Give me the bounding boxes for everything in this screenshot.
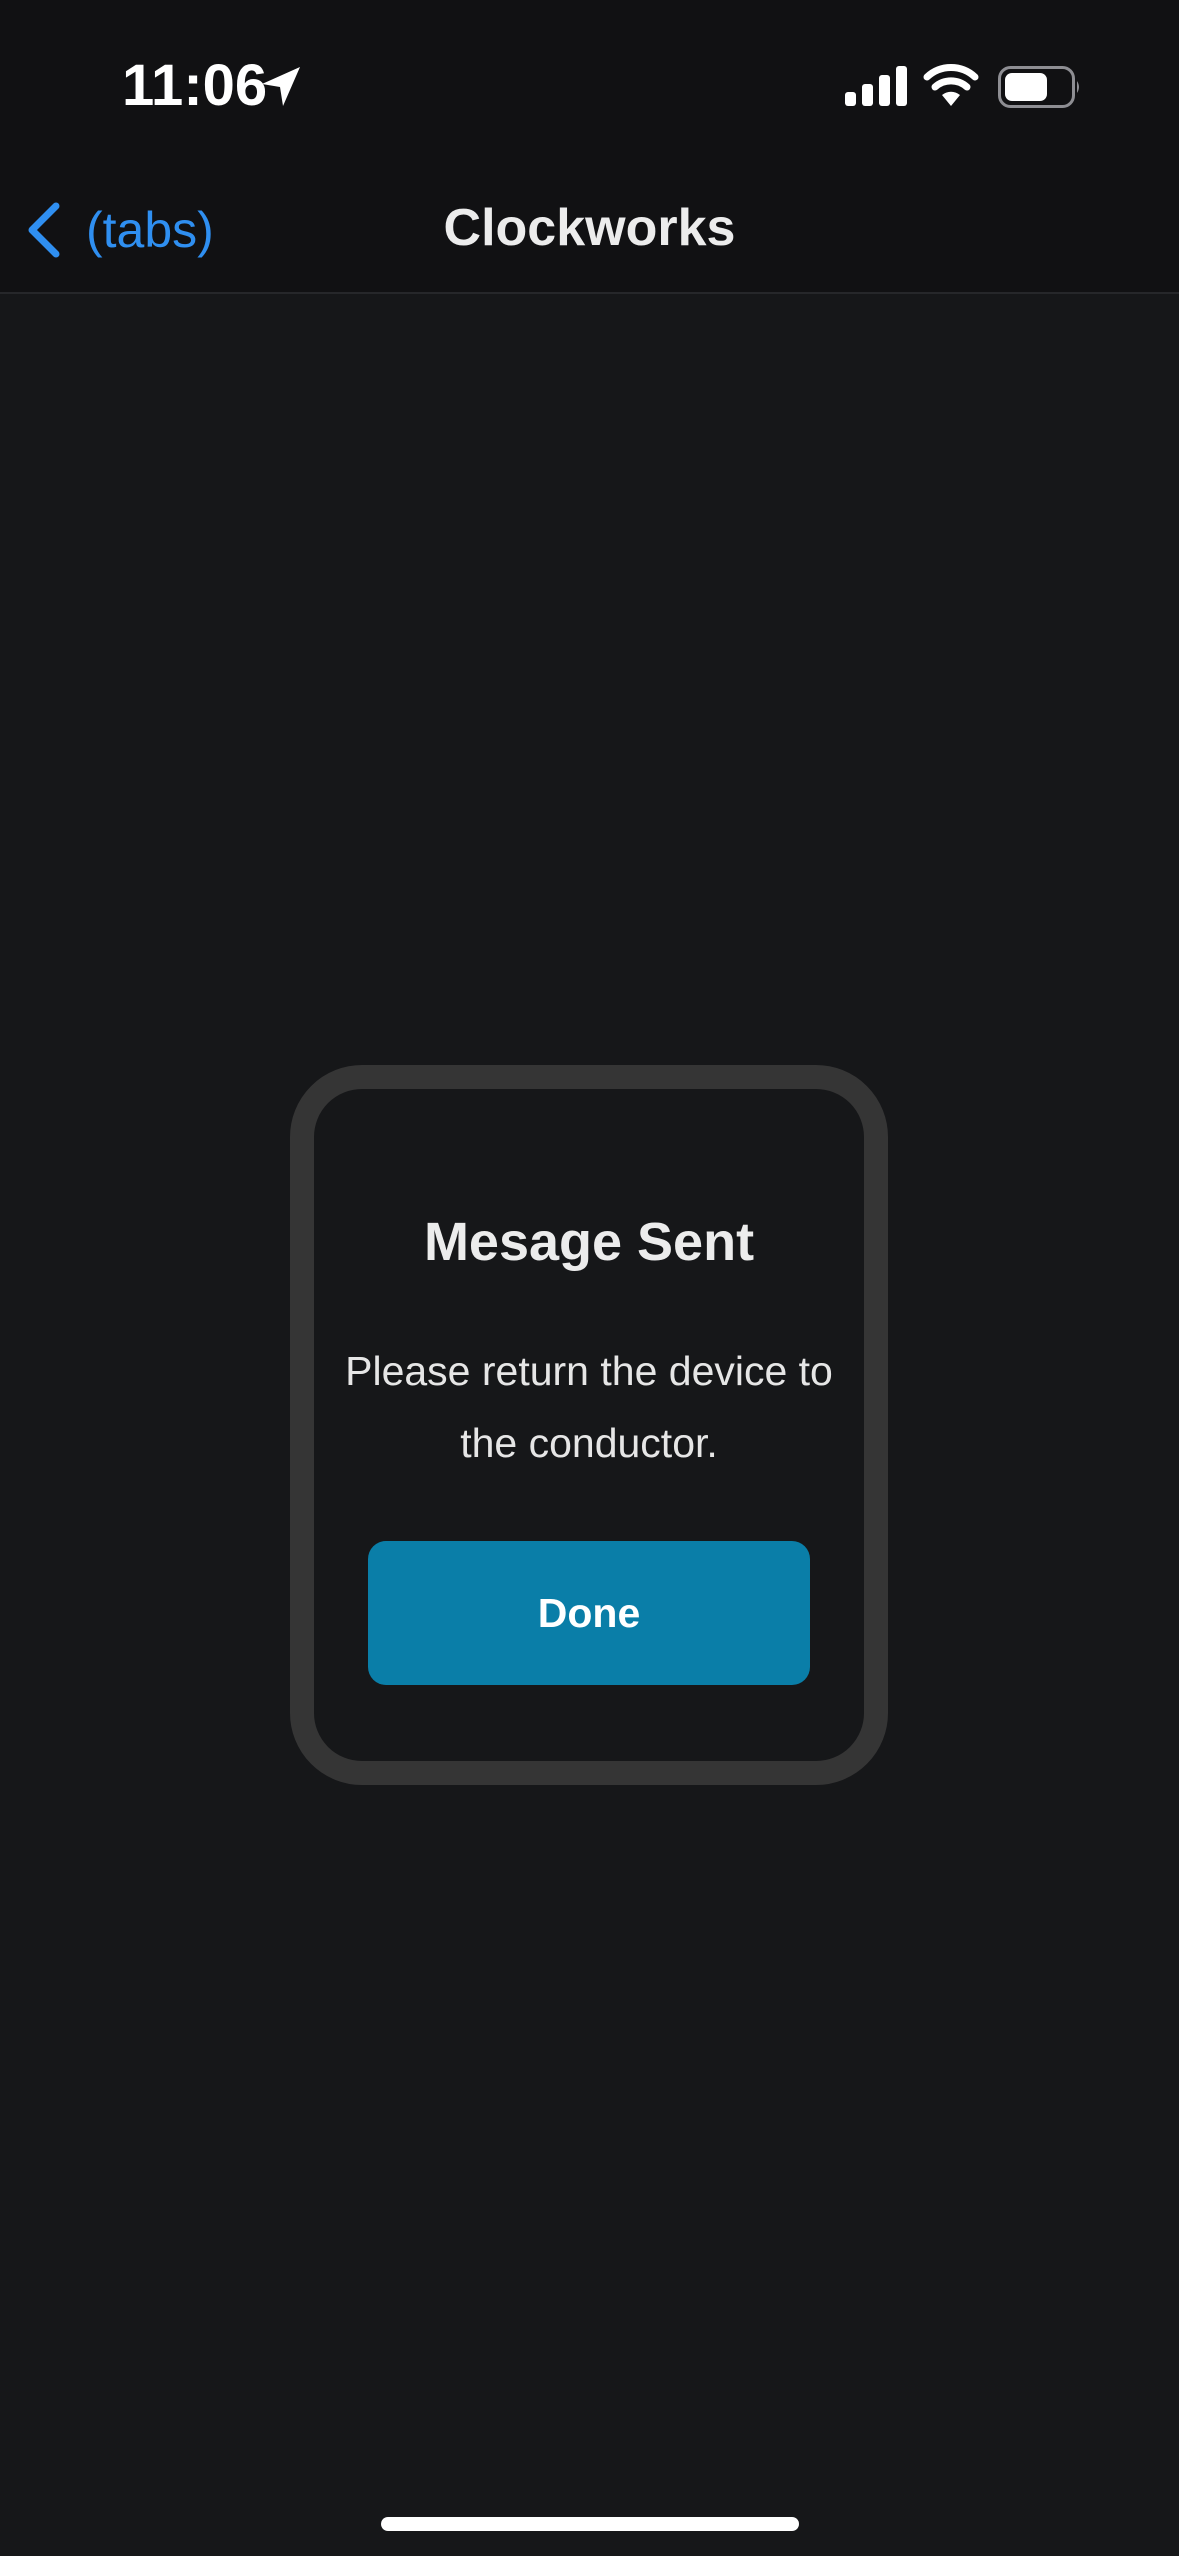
dialog-message-line-2: the conductor. [460, 1420, 718, 1466]
status-bar: 11:06 [0, 0, 1179, 170]
wifi-icon [923, 64, 979, 106]
location-arrow-icon [262, 67, 300, 106]
dialog-message: Please return the device to the conducto… [314, 1335, 864, 1479]
dialog-title: Mesage Sent [423, 1212, 755, 1272]
status-time: 11:06 [122, 53, 268, 118]
done-button[interactable]: Done [368, 1541, 810, 1685]
page-title: Clockworks [443, 199, 736, 257]
home-indicator[interactable] [381, 2517, 799, 2531]
navigation-bar: (tabs) Clockworks [0, 170, 1179, 294]
dialog-message-line-1: Please return the device to [345, 1348, 833, 1394]
cellular-signal-icon [845, 66, 907, 106]
message-sent-dialog: Mesage Sent Please return the device to … [290, 1065, 888, 1785]
battery-icon [998, 66, 1079, 108]
